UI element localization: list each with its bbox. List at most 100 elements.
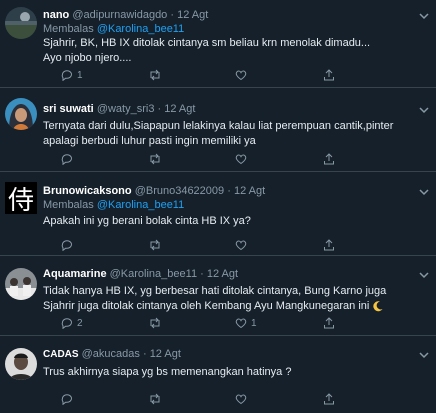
separator-dot: · [200, 268, 204, 280]
chevron-down-icon[interactable] [418, 10, 430, 22]
tweet-header: sri suwati @waty_sri3 · 12 Agt [43, 102, 430, 116]
retweet-icon [150, 69, 160, 81]
timestamp[interactable]: 12 Agt [177, 9, 208, 21]
tweet-text-line: Apakah ini yg berani bolak cinta HB IX y… [43, 215, 251, 227]
like-button[interactable]: 1 [235, 317, 257, 329]
timestamp[interactable]: 12 Agt [150, 348, 181, 360]
tweet-text-line: Ayo njobo njero.... [43, 52, 132, 64]
heart-icon [235, 240, 247, 251]
heart-icon [235, 154, 247, 165]
tweet-text-row: Sjahrir juga ditolak cintanya oleh Kemba… [43, 299, 430, 314]
like-button[interactable] [235, 239, 247, 251]
separator-dot: · [157, 103, 162, 115]
timestamp[interactable]: 12 Agt [207, 268, 238, 280]
retweet-icon [150, 153, 160, 165]
reply-button[interactable] [61, 153, 73, 165]
share-button[interactable] [323, 317, 335, 329]
user-avatar[interactable] [5, 348, 37, 380]
retweet-icon [150, 239, 160, 251]
reply-count: 1 [77, 69, 83, 81]
reply-mention[interactable]: @Karolina_bee11 [97, 23, 184, 35]
user-handle[interactable]: @Bruno34622009 [135, 185, 224, 197]
reply-button[interactable]: 1 [61, 69, 83, 81]
display-name[interactable]: sri suwati [43, 103, 94, 115]
retweet-button[interactable] [148, 317, 162, 329]
reply-icon [61, 154, 72, 165]
user-handle[interactable]: @waty_sri3 [97, 103, 155, 115]
chevron-down-icon[interactable] [418, 269, 430, 281]
retweet-button[interactable] [148, 153, 162, 165]
display-name[interactable]: CADAS [43, 349, 79, 360]
share-button[interactable] [323, 393, 335, 405]
display-name[interactable]: Aquamarine [43, 268, 107, 280]
like-button[interactable] [235, 393, 247, 405]
retweet-button[interactable] [148, 393, 162, 405]
user-handle[interactable]: @Karolina_bee11 [110, 268, 197, 280]
tweet-card[interactable]: sri suwati @waty_sri3 · 12 Agt Ternyata … [0, 88, 436, 172]
group-photo-avatar [5, 268, 37, 300]
reply-context: Membalas @Karolina_bee11 [43, 198, 430, 212]
user-avatar[interactable] [5, 268, 37, 300]
chevron-down-icon[interactable] [418, 349, 430, 361]
tweet-header: Aquamarine @Karolina_bee11 · 12 Agt [43, 267, 430, 281]
reply-context: Membalas @Karolina_bee11 [43, 22, 430, 36]
retweet-icon [150, 317, 160, 329]
timestamp[interactable]: 12 Agt [234, 185, 265, 197]
tweet-text-line: Sjahrir juga ditolak cintanya oleh Kemba… [43, 300, 370, 312]
share-icon [324, 317, 334, 329]
like-button[interactable] [235, 69, 251, 81]
retweet-button[interactable] [148, 69, 162, 81]
display-name[interactable]: Brunowicaksono [43, 185, 132, 197]
kanji-samurai-avatar: 侍 [5, 182, 37, 215]
share-icon [324, 393, 334, 405]
tweet-text-line: Sjahrir, BK, HB IX ditolak cintanya sm b… [43, 37, 371, 49]
reply-prefix: Membalas [43, 199, 94, 211]
separator-dot: · [142, 348, 147, 360]
separator-dot: · [170, 9, 175, 21]
reply-icon [61, 318, 72, 329]
reply-button[interactable] [61, 239, 73, 251]
tweet-card[interactable]: 侍 Brunowicaksono @Bruno34622009 · 12 Agt… [0, 172, 436, 256]
user-handle[interactable]: @akucadas [82, 348, 140, 360]
reply-button[interactable] [61, 393, 73, 405]
retweet-button[interactable] [148, 239, 162, 251]
chevron-down-icon[interactable] [418, 186, 430, 198]
tweet-text-line: Trus akhirnya siapa yg bs memenangkan ha… [43, 366, 292, 378]
share-button[interactable] [323, 153, 335, 165]
user-avatar[interactable] [5, 98, 37, 130]
reply-icon [61, 394, 72, 405]
tweet-card[interactable]: nano @adipurnawidagdo · 12 Agt Membalas … [0, 0, 436, 88]
share-icon [324, 153, 334, 165]
reply-prefix: Membalas [43, 23, 94, 35]
heart-icon [235, 318, 247, 329]
reply-icon [61, 70, 72, 81]
share-button[interactable] [323, 239, 335, 251]
user-avatar[interactable]: 侍 [5, 182, 37, 214]
tweet-text-line: Ternyata dari dulu,Siapapun lelakinya ka… [43, 120, 394, 132]
tweet-header: CADAS @akucadas · 12 Agt [43, 347, 430, 362]
display-name[interactable]: nano [43, 9, 69, 21]
separator-dot: · [227, 185, 231, 197]
share-icon [324, 239, 334, 251]
man-portrait-avatar [5, 348, 37, 380]
heart-icon [235, 394, 247, 405]
tweet-text-line: apalagi berbudi luhur pasti ingin memili… [43, 135, 256, 147]
reply-button[interactable]: 2 [61, 317, 83, 329]
like-button[interactable] [235, 153, 247, 165]
reply-mention[interactable]: @Karolina_bee11 [97, 199, 184, 211]
share-button[interactable] [323, 69, 335, 81]
tweet-header: Brunowicaksono @Bruno34622009 · 12 Agt [43, 184, 430, 198]
user-handle[interactable]: @adipurnawidagdo [72, 9, 167, 21]
reply-count: 2 [77, 317, 83, 329]
avatar-glyph: 侍 [7, 185, 34, 215]
tweet-card[interactable]: CADAS @akucadas · 12 Agt Trus akhirnya s… [0, 336, 436, 413]
tweet-card[interactable]: Aquamarine @Karolina_bee11 · 12 Agt Tida… [0, 256, 436, 336]
chevron-down-icon[interactable] [418, 104, 430, 116]
reply-icon [61, 240, 72, 251]
timestamp[interactable]: 12 Agt [164, 103, 195, 115]
landscape-avatar [5, 7, 37, 39]
retweet-icon [150, 393, 160, 405]
share-icon [324, 69, 334, 81]
crescent-moon-icon [373, 301, 383, 312]
user-avatar[interactable] [5, 7, 37, 39]
